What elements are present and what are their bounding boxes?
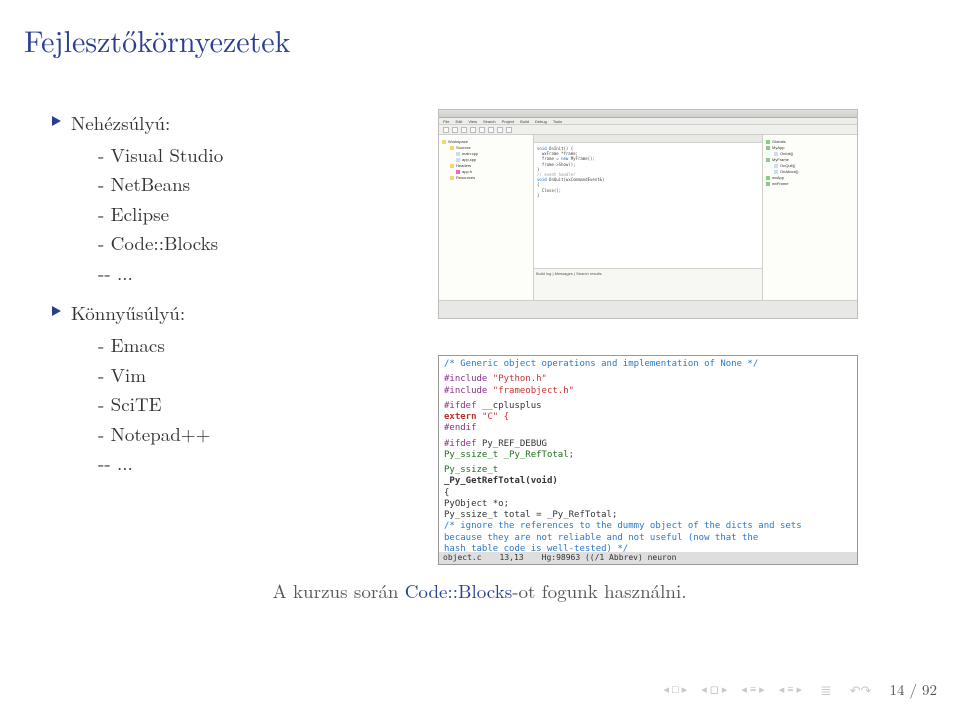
bullet-label: Könnyűsúlyú: xyxy=(71,299,185,326)
triangle-icon xyxy=(52,116,61,126)
summary-line: A kurzus során Code::Blocks-ot fogunk ha… xyxy=(0,577,959,604)
nav-section-icon[interactable]: ◂≡▸ xyxy=(779,682,802,697)
ide-screenshot: FileEditViewSearchProjectBuildDebugTools… xyxy=(438,109,858,319)
list-item: - ... xyxy=(98,258,414,287)
list-item: Visual Studio xyxy=(98,140,414,169)
nav-subsection-icon[interactable]: ◂◻▸ xyxy=(701,682,727,697)
list-item: SciTE xyxy=(98,389,414,418)
vim-screenshot: /* Generic object operations and impleme… xyxy=(438,355,858,565)
beamer-footer: ◂□▸ ◂◻▸ ◂≡▸ ◂≡▸ ≣ ↶↷ 14 / 92 xyxy=(663,679,937,700)
nav-back-icon[interactable]: ↶↷ xyxy=(850,680,872,699)
list-item: NetBeans xyxy=(98,169,414,198)
list-item: Code::Blocks xyxy=(98,228,414,257)
triangle-icon xyxy=(52,306,61,316)
page-title: Fejlesztőkörnyezetek xyxy=(24,18,935,61)
list-item: - ... xyxy=(98,448,414,477)
list-item: Eclipse xyxy=(98,199,414,228)
sublist-light: Emacs Vim SciTE Notepad++ - ... xyxy=(98,330,414,477)
sublist-heavy: Visual Studio NetBeans Eclipse Code::Blo… xyxy=(98,140,414,287)
page-number: 14 / 92 xyxy=(890,679,938,700)
nav-appendix-icon[interactable]: ≣ xyxy=(820,680,832,700)
list-item: Vim xyxy=(98,360,414,389)
bullet-heavy: Nehézsúlyú: xyxy=(52,109,414,136)
vim-statusline: object.c 13,13 Hg:98963 ((/1 Abbrev) neu… xyxy=(439,552,857,564)
bullet-list: Nehézsúlyú: Visual Studio NetBeans Eclip… xyxy=(24,109,414,565)
code-line: /* Generic object operations and impleme… xyxy=(444,359,852,370)
bullet-label: Nehézsúlyú: xyxy=(71,109,170,136)
list-item: Notepad++ xyxy=(98,419,414,448)
nav-frame-icon[interactable]: ◂□▸ xyxy=(663,682,687,697)
nav-section-icon[interactable]: ◂≡▸ xyxy=(741,682,764,697)
nav-controls: ◂□▸ ◂◻▸ ◂≡▸ ◂≡▸ xyxy=(663,682,801,697)
list-item: Emacs xyxy=(98,330,414,359)
bullet-light: Könnyűsúlyú: xyxy=(52,299,414,326)
